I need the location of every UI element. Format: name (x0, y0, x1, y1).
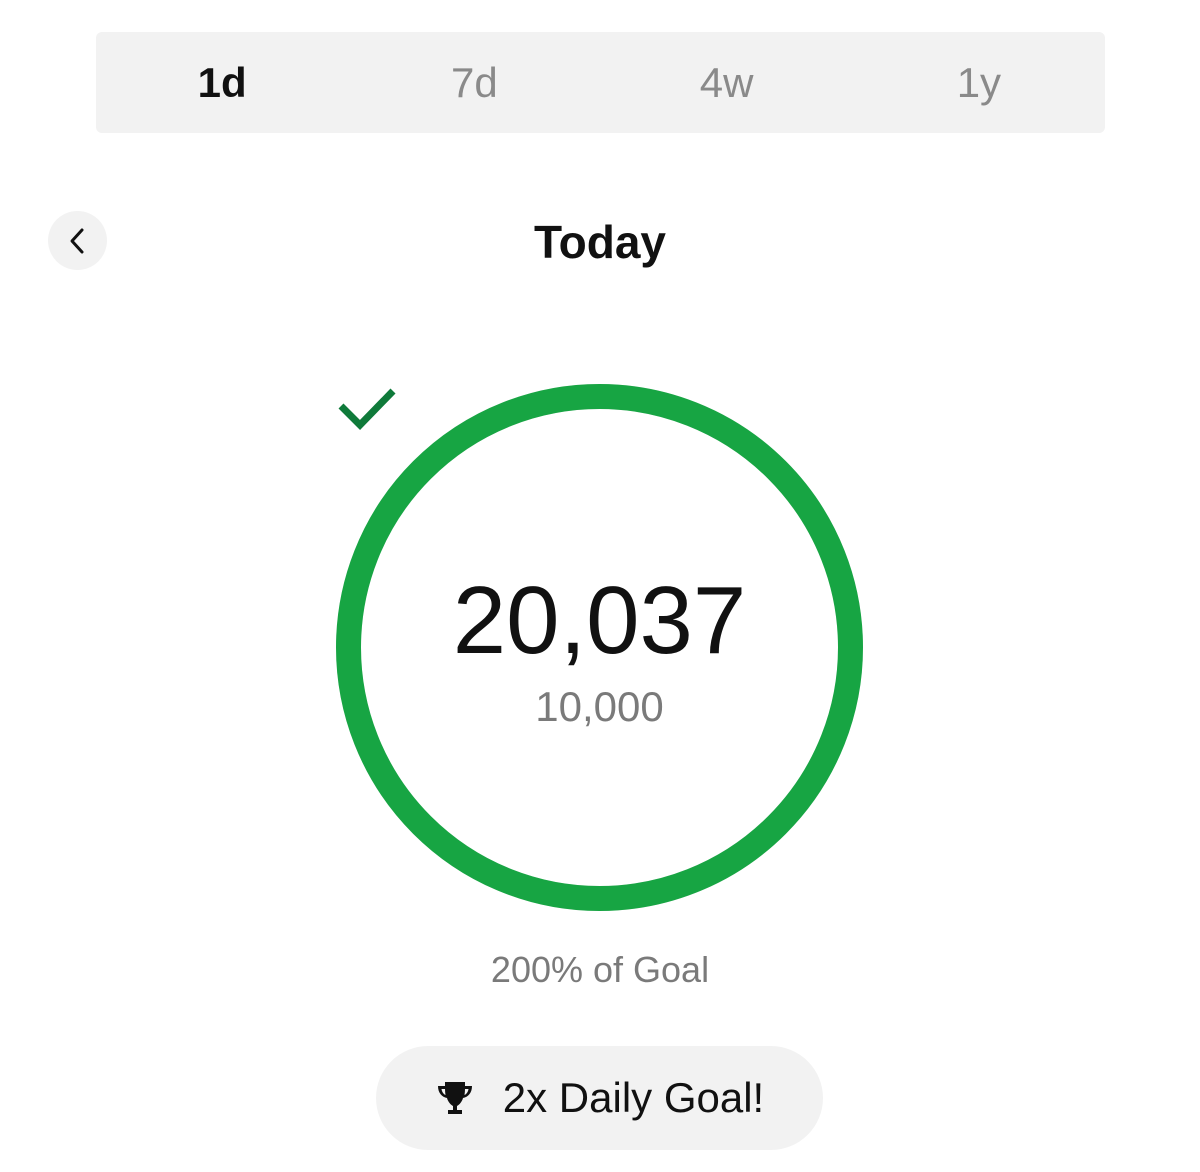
trophy-icon (437, 1082, 472, 1114)
tab-1y[interactable]: 1y (853, 32, 1105, 133)
achievement-badge[interactable]: 2x Daily Goal! (376, 1046, 823, 1150)
checkmark-icon (338, 388, 396, 430)
period-selector: 1d 7d 4w 1y (96, 32, 1105, 133)
progress-ring: 20,037 10,000 (336, 384, 863, 911)
back-button[interactable] (48, 211, 107, 270)
tab-1d[interactable]: 1d (96, 32, 348, 133)
tab-7d[interactable]: 7d (348, 32, 600, 133)
goal-percent-label: 200% of Goal (490, 949, 710, 990)
goal-value: 10,000 (535, 683, 664, 730)
page-title: Today (533, 216, 667, 268)
tab-4w[interactable]: 4w (601, 32, 853, 133)
chevron-left-icon (70, 228, 83, 253)
step-count: 20,037 (452, 567, 747, 674)
badge-label: 2x Daily Goal! (502, 1074, 765, 1121)
